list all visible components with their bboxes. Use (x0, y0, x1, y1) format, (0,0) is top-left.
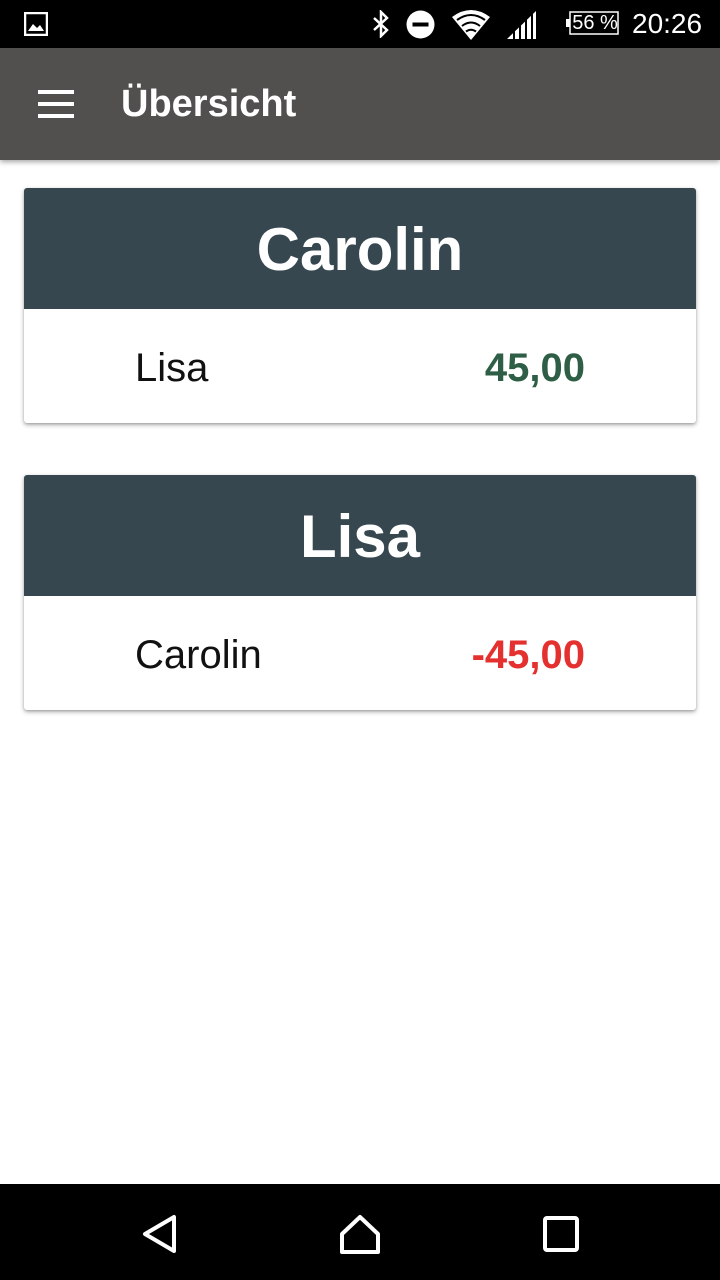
clock: 20:26 (632, 8, 703, 39)
back-icon[interactable] (138, 1212, 182, 1256)
battery-icon: 56 % (565, 11, 619, 35)
do-not-disturb-icon (406, 10, 435, 39)
card-header: Carolin (24, 188, 696, 309)
card-header: Lisa (24, 475, 696, 596)
balance-card-lisa[interactable]: Lisa Carolin -45,00 (24, 475, 696, 710)
balance-card-carolin[interactable]: Carolin Lisa 45,00 (24, 188, 696, 423)
list-item[interactable]: Lisa 45,00 (24, 309, 696, 423)
battery-percent: 56 % (572, 12, 618, 34)
row-amount: -45,00 (471, 633, 585, 677)
page-title: Übersicht (121, 83, 297, 125)
signal-icon (507, 11, 536, 39)
menu-icon[interactable] (36, 88, 76, 120)
bluetooth-icon (373, 10, 389, 38)
gallery-icon (24, 12, 48, 36)
row-amount: 45,00 (484, 346, 585, 390)
wifi-icon (452, 10, 490, 40)
status-bar: 56 % 20:26 (0, 0, 720, 48)
list-item[interactable]: Carolin -45,00 (24, 596, 696, 710)
row-name: Lisa (135, 346, 209, 390)
app-bar: Übersicht (0, 48, 720, 160)
recents-icon[interactable] (539, 1212, 583, 1256)
home-icon[interactable] (338, 1212, 382, 1256)
navigation-bar (0, 1184, 720, 1280)
row-name: Carolin (135, 633, 262, 677)
